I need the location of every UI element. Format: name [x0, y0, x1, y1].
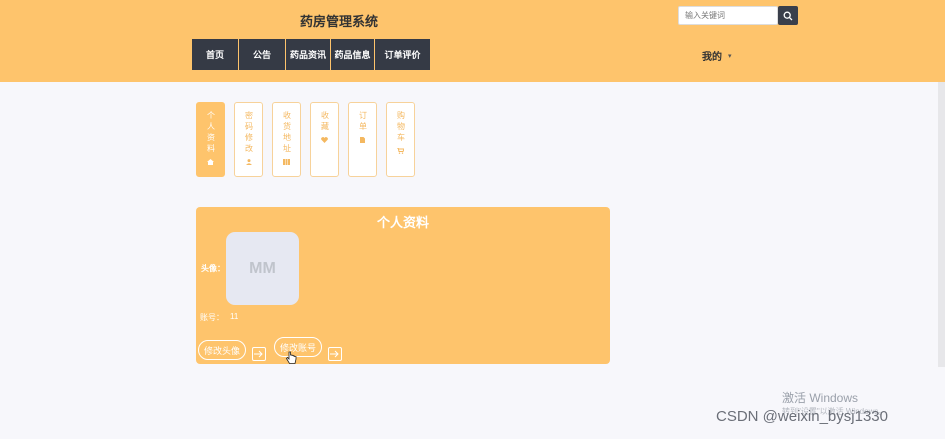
site-title: 药房管理系统 [300, 14, 379, 29]
scrollbar[interactable] [938, 82, 945, 367]
change-account-button[interactable]: 修改账号 [274, 337, 323, 357]
tab-label: 收藏 [320, 111, 330, 133]
account-label: 账号： [200, 313, 224, 322]
tab-favorites[interactable]: 收藏 [310, 102, 339, 177]
change-account-arrow[interactable] [328, 347, 342, 361]
search-icon [783, 11, 793, 20]
hand-cursor-icon [285, 351, 297, 370]
home-icon [207, 159, 214, 167]
header: 药房管理系统 首页 公告 药品资讯 药品信息 订单评价 我的 ▾ [0, 0, 945, 82]
arrow-right-icon [330, 350, 339, 358]
csdn-watermark: CSDN @weixin_bysj1330 [716, 408, 888, 425]
tab-label: 密码修改 [244, 111, 254, 155]
activate-windows-text: 激活 Windows [782, 391, 859, 405]
avatar: MM [226, 232, 299, 305]
nav-drug-news[interactable]: 药品资讯 [286, 39, 331, 70]
tab-label: 订单 [358, 111, 368, 133]
nav-drug-info[interactable]: 药品信息 [331, 39, 375, 70]
arrow-right-icon [254, 350, 263, 358]
account-value: 11 [230, 312, 239, 321]
account-row: 账号： 11 [200, 312, 238, 323]
change-avatar-button[interactable]: 修改头像 [198, 340, 247, 360]
user-menu[interactable]: 我的 ▾ [702, 48, 732, 63]
tab-label: 个人资料 [206, 111, 216, 155]
tab-shopping-cart[interactable]: 购物车 [386, 102, 415, 177]
heart-icon [321, 137, 328, 145]
tab-orders[interactable]: 订单 [348, 102, 377, 177]
tab-label: 收货地址 [282, 111, 292, 155]
nav-order-reviews[interactable]: 订单评价 [375, 39, 430, 70]
tab-label: 购物车 [396, 111, 406, 144]
main-nav: 首页 公告 药品资讯 药品信息 订单评价 [192, 39, 430, 70]
tab-change-password[interactable]: 密码修改 [234, 102, 263, 177]
change-avatar-arrow[interactable] [252, 347, 266, 361]
profile-card: 个人资料 头像： MM 账号： 11 修改头像 修改账号 [196, 207, 610, 364]
avatar-label: 头像： [201, 264, 225, 273]
nav-announcements[interactable]: 公告 [239, 39, 286, 70]
profile-title: 个人资料 [376, 215, 429, 230]
search-input[interactable] [678, 6, 778, 25]
nav-home[interactable]: 首页 [192, 39, 239, 70]
profile-sidebar: 个人资料 密码修改 收货地址 收藏 订单 购物车 [196, 102, 415, 177]
search-button[interactable] [778, 6, 798, 25]
chevron-down-icon: ▾ [728, 52, 732, 60]
file-icon [360, 137, 365, 145]
tab-profile[interactable]: 个人资料 [196, 102, 225, 177]
cart-icon [397, 147, 405, 156]
address-icon [283, 159, 290, 167]
user-icon [245, 159, 252, 167]
tab-shipping-address[interactable]: 收货地址 [272, 102, 301, 177]
user-menu-label: 我的 [702, 52, 722, 63]
